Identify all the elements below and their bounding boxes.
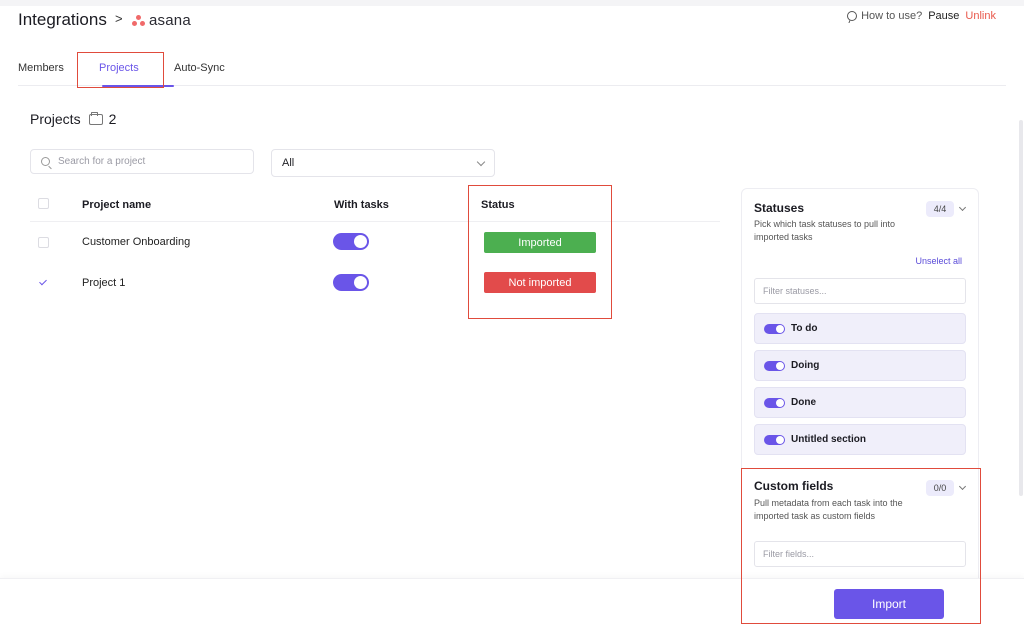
status-item-done[interactable]: Done (754, 387, 966, 418)
header-actions: How to use? Pause Unlink (847, 10, 996, 22)
statuses-description: Pick which task statuses to pull into im… (754, 219, 896, 242)
asana-dots-icon (132, 14, 146, 27)
table-header: Project name With tasks Status (30, 188, 720, 222)
page-header: Integrations > asana How to use? Pause U… (0, 6, 1024, 36)
project-search[interactable] (30, 149, 254, 174)
help-icon[interactable] (847, 11, 858, 21)
row-checkbox-checked[interactable] (38, 277, 49, 288)
column-with-tasks: With tasks (334, 199, 389, 211)
tab-members[interactable]: Members (18, 62, 64, 74)
breadcrumb-separator: > (115, 11, 123, 26)
select-all-checkbox[interactable] (38, 198, 49, 209)
status-item-to-do[interactable]: To do (754, 313, 966, 344)
row-checkbox[interactable] (38, 237, 49, 248)
project-search-input[interactable] (58, 156, 238, 167)
status-label: To do (791, 323, 818, 334)
status-label: Doing (791, 360, 820, 371)
project-filter-value: All (282, 157, 295, 169)
status-toggle[interactable] (764, 360, 785, 371)
integration-name: asana (149, 12, 191, 29)
table-row: Project 1 Not imported (30, 262, 720, 302)
column-project-name: Project name (82, 199, 152, 211)
unselect-all-link[interactable]: Unselect all (915, 256, 962, 266)
chevron-down-icon (476, 157, 486, 166)
status-item-doing[interactable]: Doing (754, 350, 966, 381)
pause-button[interactable]: Pause (928, 10, 959, 22)
projects-title: Projects (30, 111, 81, 127)
status-label: Untitled section (791, 434, 867, 445)
tab-auto-sync[interactable]: Auto-Sync (174, 62, 225, 74)
project-name: Customer Onboarding (82, 236, 191, 248)
folder-icon (88, 111, 103, 125)
with-tasks-toggle[interactable] (333, 274, 369, 291)
table-row: Customer Onboarding Imported (30, 222, 720, 262)
filter-statuses-input[interactable] (754, 278, 966, 304)
project-filter-select[interactable]: All (271, 149, 495, 177)
highlight-box-projects-tab (77, 52, 164, 88)
status-toggle[interactable] (764, 397, 785, 408)
status-label: Done (791, 397, 816, 408)
page-title: Integrations (18, 10, 107, 29)
statuses-chevron-icon[interactable] (958, 203, 967, 212)
unlink-button[interactable]: Unlink (965, 10, 996, 22)
with-tasks-toggle[interactable] (333, 233, 369, 250)
status-toggle[interactable] (764, 434, 785, 445)
highlight-box-custom-fields (741, 468, 981, 624)
scrollbar[interactable] (1019, 120, 1023, 496)
tab-bar: Members Projects Auto-Sync (18, 52, 1006, 87)
statuses-title: Statuses (754, 201, 805, 215)
how-to-use-link[interactable]: How to use? (861, 10, 922, 22)
search-icon (41, 157, 50, 166)
statuses-count: 4/4 (926, 201, 954, 217)
projects-count: 2 (108, 111, 117, 127)
asana-logo: asana (132, 12, 191, 29)
status-toggle[interactable] (764, 323, 785, 334)
highlight-box-status-column (468, 185, 612, 319)
projects-heading: Projects 2 (30, 111, 116, 127)
status-item-untitled-section[interactable]: Untitled section (754, 424, 966, 455)
project-name: Project 1 (82, 277, 126, 289)
